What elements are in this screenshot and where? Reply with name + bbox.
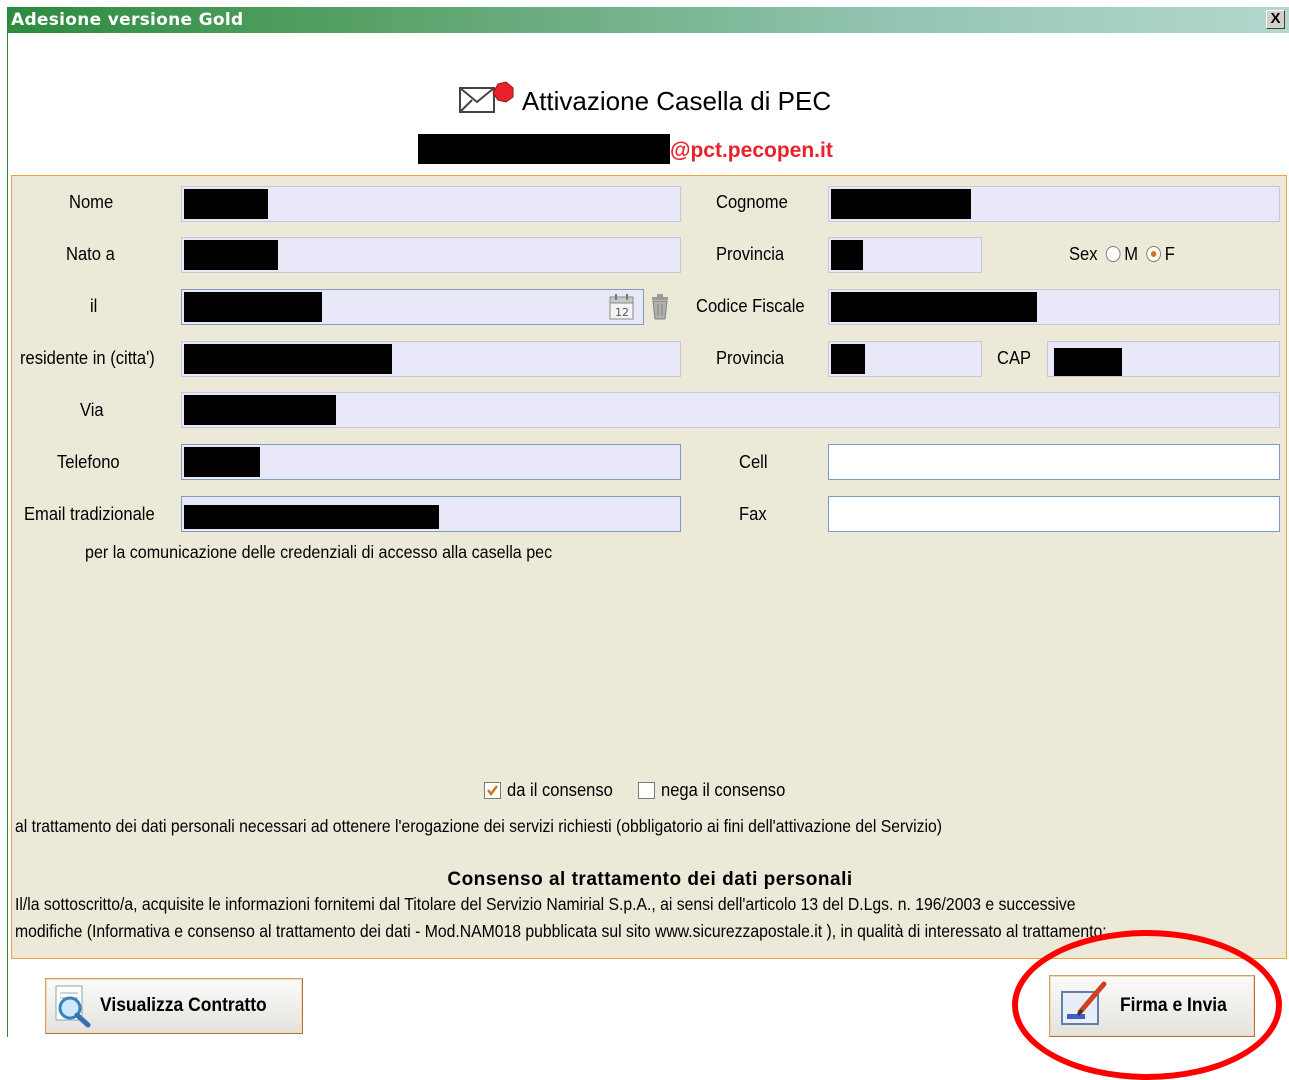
residente-label: residente in (citta') xyxy=(20,348,155,368)
window-border xyxy=(7,33,8,1037)
codice-fiscale-field[interactable] xyxy=(828,289,1280,325)
sex-f-label: F xyxy=(1164,244,1175,264)
provincia2-label: Provincia xyxy=(716,348,785,368)
via-field[interactable] xyxy=(181,392,1280,428)
consent-line-3: al trattamento dei dati personali necess… xyxy=(15,816,943,836)
view-contract-label: Visualizza Contratto xyxy=(100,995,267,1016)
view-contract-button[interactable]: Visualizza Contratto xyxy=(45,978,303,1034)
consent-title: Consenso al trattamento dei dati persona… xyxy=(447,869,853,890)
magnifier-document-icon xyxy=(55,985,91,1028)
trash-icon[interactable] xyxy=(650,294,670,320)
provincia2-field[interactable] xyxy=(828,341,982,377)
email-field[interactable] xyxy=(181,496,681,532)
nato-field[interactable] xyxy=(181,237,681,273)
via-label: Via xyxy=(80,400,104,420)
cognome-field[interactable] xyxy=(828,186,1280,222)
cognome-label: Cognome xyxy=(716,192,788,212)
telefono-label: Telefono xyxy=(57,452,120,472)
codice-fiscale-label: Codice Fiscale xyxy=(696,296,805,316)
nome-field[interactable] xyxy=(181,186,681,222)
redacted-email-user xyxy=(418,134,670,164)
sex-m-label: M xyxy=(1124,244,1139,264)
il-label: il xyxy=(90,296,98,316)
email-note: per la comunicazione delle credenziali d… xyxy=(85,542,553,562)
deny-consent-checkbox[interactable] xyxy=(638,782,656,799)
cap-label: CAP xyxy=(997,348,1032,368)
email-domain: @pct.pecopen.it xyxy=(670,139,833,162)
sex-m-radio[interactable] xyxy=(1105,246,1121,262)
calendar-icon[interactable]: 12 xyxy=(609,293,635,321)
svg-text:12: 12 xyxy=(615,306,629,319)
residente-field[interactable] xyxy=(181,341,681,377)
consent-line-1: Il/la sottoscritto/a, acquisite le infor… xyxy=(15,894,1076,914)
cell-field[interactable] xyxy=(828,444,1280,480)
nome-label: Nome xyxy=(69,192,114,212)
sex-label: Sex xyxy=(1069,244,1098,264)
give-consent-label: da il consenso xyxy=(507,780,613,800)
provincia-field[interactable] xyxy=(828,237,982,273)
highlight-ellipse xyxy=(1012,930,1282,1080)
deny-consent-label: nega il consenso xyxy=(661,780,786,800)
consent-line-2: modifiche (Informativa e consenso al tra… xyxy=(15,921,1107,941)
close-button[interactable]: X xyxy=(1266,10,1285,29)
consent-options: da il consenso nega il consenso xyxy=(484,780,796,801)
page-heading: Attivazione Casella di PEC xyxy=(0,80,1289,117)
fax-field[interactable] xyxy=(828,496,1280,532)
give-consent-checkbox[interactable] xyxy=(484,782,501,799)
date-field[interactable] xyxy=(181,289,644,325)
pec-mail-icon xyxy=(458,81,514,113)
nato-label: Nato a xyxy=(66,244,115,264)
form-panel: Nome Cognome Nato a Provincia Sex M F il… xyxy=(11,175,1287,959)
provincia-label: Provincia xyxy=(716,244,785,264)
cap-field[interactable] xyxy=(1047,341,1280,377)
sex-f-radio[interactable] xyxy=(1146,246,1162,262)
fax-label: Fax xyxy=(739,504,767,524)
heading-title: Attivazione Casella di PEC xyxy=(521,86,832,116)
email-label: Email tradizionale xyxy=(24,504,155,524)
window-titlebar: Adesione versione Gold X xyxy=(7,7,1289,33)
cell-label: Cell xyxy=(739,452,768,472)
sex-group: Sex M F xyxy=(1069,244,1175,265)
telefono-field[interactable] xyxy=(181,444,681,480)
window-title: Adesione versione Gold xyxy=(11,10,244,30)
